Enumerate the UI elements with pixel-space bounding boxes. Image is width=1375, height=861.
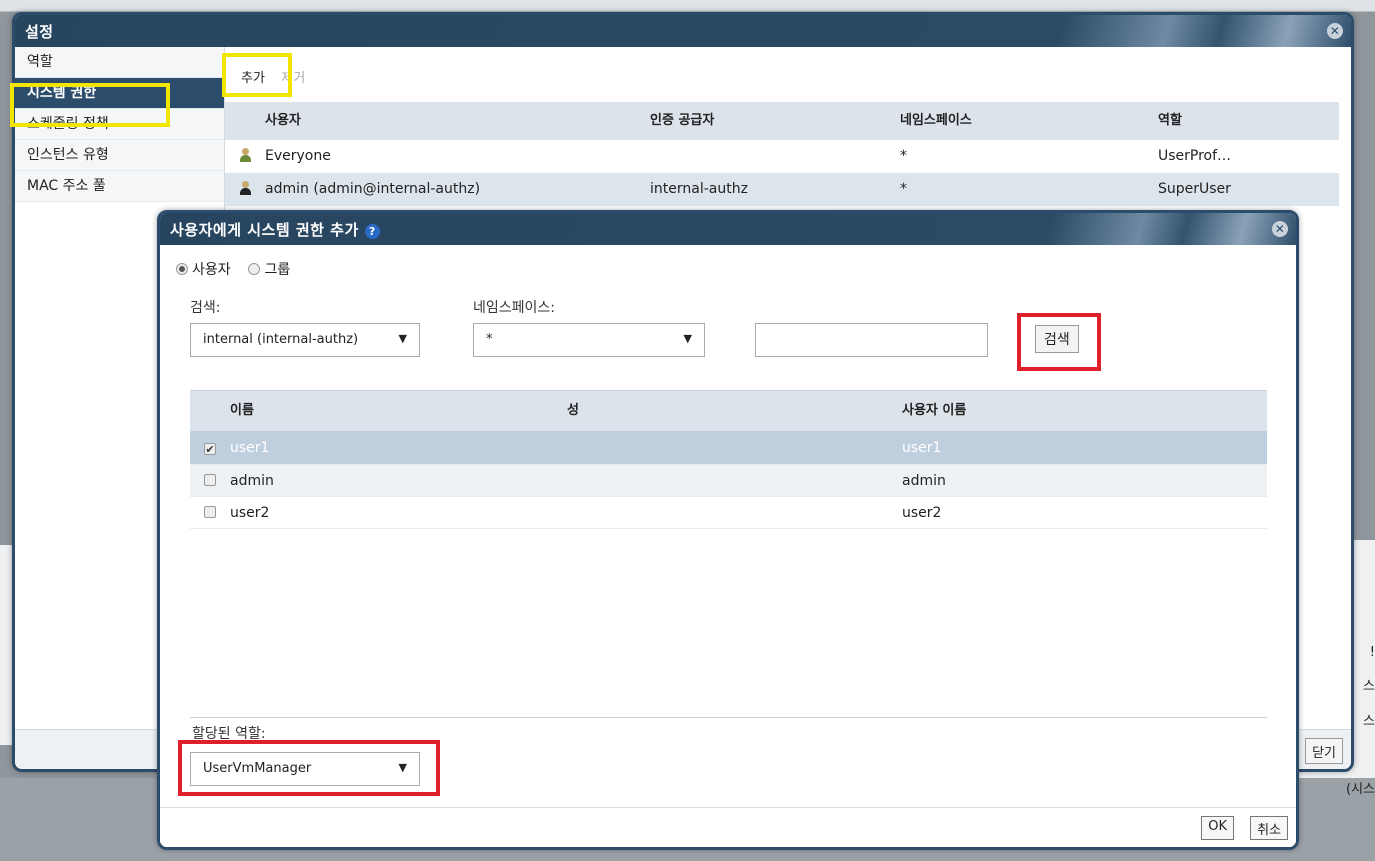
namespace-label: 네임스페이스: [473,300,555,316]
add-permission-body: 사용자 그룹 검색: 네임스페이스: internal (internal-au… [160,245,1296,847]
cell-first-name: user1 [230,440,270,456]
table-header: 이름 성 사용자 이름 [190,391,1267,431]
cell-last-name [567,497,902,528]
select-column-header [190,391,230,431]
sidebar-item-mac-pools[interactable]: MAC 주소 풀 [15,171,224,202]
highlight-add-button [222,53,292,97]
cell-role: UserProf… [1158,148,1232,164]
user-search-results-table: 이름 성 사용자 이름 ✔ user1 user1 admin admin us… [190,390,1267,529]
table-row[interactable]: ✔ user1 user1 [190,431,1267,465]
cell-first-name: user2 [230,505,270,521]
cell-namespace: * [900,148,907,164]
auth-provider-select[interactable]: internal (internal-authz) ▼ [190,323,420,357]
close-icon[interactable]: ✕ [1272,221,1288,237]
table-row[interactable]: admin (admin@internal-authz) internal-au… [225,173,1339,206]
radio-unselected-icon [248,263,261,275]
sidebar-item-roles[interactable]: 역할 [15,47,224,78]
cell-role: SuperUser [1158,181,1231,197]
dropdown-arrow-icon: ▼ [398,332,407,345]
select-value: * [486,332,493,347]
background-status-text: (시스 [1346,782,1375,797]
table-header: 사용자 인증 공급자 네임스페이스 역할 [225,102,1339,140]
column-header[interactable]: 네임스페이스 [900,102,1158,140]
add-permission-title-bar: 사용자에게 시스템 권한 추가? ✕ [160,213,1296,245]
user-icon [239,148,251,162]
checkbox[interactable] [204,474,216,486]
dropdown-arrow-icon: ▼ [683,332,692,345]
radio-user[interactable]: 사용자 [176,262,231,278]
cancel-button[interactable]: 취소 [1250,816,1288,840]
cell-username: user2 [902,505,942,521]
dialog-title: 설정 [25,23,54,41]
radio-label: 사용자 [192,262,231,278]
divider [190,717,1267,718]
radio-label: 그룹 [264,262,291,278]
add-system-permission-dialog: 사용자에게 시스템 권한 추가? ✕ 사용자 그룹 검색: 네임스페이스: in… [157,210,1299,850]
search-input[interactable] [755,323,988,357]
permissions-toolbar: 추가 제거 [225,47,1351,97]
column-header[interactable]: 인증 공급자 [650,102,900,140]
select-value: internal (internal-authz) [203,332,359,347]
table-row[interactable]: Everyone * UserProf… [225,140,1339,173]
sidebar-item-instance-types[interactable]: 인스턴스 유형 [15,140,224,171]
dialog-title: 사용자에게 시스템 권한 추가 [170,221,359,239]
admin-user-icon [239,181,251,195]
icon-column-header [225,102,265,140]
cell-first-name: admin [230,473,274,489]
namespace-select[interactable]: * ▼ [473,323,705,357]
radio-selected-icon [176,263,188,275]
table-row[interactable]: admin admin [190,465,1267,497]
checkbox[interactable] [204,506,216,518]
column-header[interactable]: 이름 [230,391,567,431]
permissions-table: 사용자 인증 공급자 네임스페이스 역할 Everyone * UserProf… [225,102,1339,206]
highlight-system-permissions [10,83,170,127]
column-header[interactable]: 사용자 [265,102,650,140]
table-row[interactable]: user2 user2 [190,497,1267,529]
background-text: 스 [1363,714,1375,729]
settings-title-bar: 설정 ✕ [15,15,1351,47]
cell-user: admin (admin@internal-authz) [265,181,481,197]
ok-button[interactable]: OK [1201,816,1234,840]
background-text: ! [1369,645,1375,660]
background-text: 스 [1363,679,1375,694]
radio-group[interactable]: 그룹 [248,262,290,278]
background-header [0,0,1375,12]
column-header[interactable]: 성 [567,391,902,431]
cell-user: Everyone [265,148,331,164]
cell-username: user1 [902,440,942,456]
close-button[interactable]: 닫기 [1305,738,1343,764]
background-left-panel [0,545,12,745]
cell-namespace: * [900,181,907,197]
cell-last-name [567,431,902,464]
search-label: 검색: [190,300,221,316]
cell-provider [650,140,900,173]
close-icon[interactable]: ✕ [1327,23,1343,39]
cell-provider: internal-authz [650,181,748,197]
highlight-role-select [178,740,440,796]
add-permission-footer: OK 취소 [160,807,1296,847]
cell-last-name [567,465,902,496]
highlight-search-button [1017,313,1101,371]
cell-username: admin [902,473,946,489]
checkbox-checked[interactable]: ✔ [204,443,216,455]
help-icon[interactable]: ? [364,224,380,239]
column-header[interactable]: 사용자 이름 [902,391,1267,431]
column-header[interactable]: 역할 [1158,102,1248,140]
type-radio-group: 사용자 그룹 [176,259,290,279]
